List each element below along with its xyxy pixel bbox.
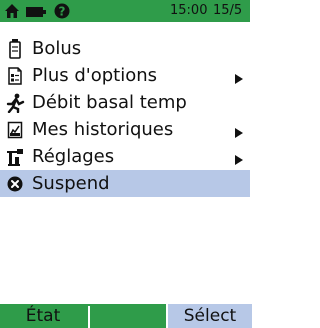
home-icon [4, 3, 20, 19]
main-menu: Bolus Plus d'options Débit basal temp Me… [0, 35, 250, 197]
menu-item-more-options[interactable]: Plus d'options [0, 62, 250, 89]
menu-item-label: Réglages [32, 146, 115, 167]
softkey-bar: État Sélect [0, 304, 252, 328]
softkey-label: État [25, 306, 61, 326]
bolus-icon [4, 38, 26, 60]
select-softkey[interactable]: Sélect [166, 304, 252, 328]
menu-item-label: Plus d'options [32, 65, 158, 86]
settings-icon [4, 146, 26, 168]
chevron-right-icon [234, 69, 244, 84]
menu-item-label: Débit basal temp [32, 92, 187, 113]
menu-item-settings[interactable]: Réglages [0, 143, 250, 170]
menu-item-history[interactable]: Mes historiques [0, 116, 250, 143]
status-date: 15/5 [213, 3, 243, 18]
chevron-right-icon [234, 150, 244, 165]
status-time: 15:00 [170, 3, 208, 18]
menu-item-suspend[interactable]: Suspend [0, 170, 250, 197]
menu-item-label: Suspend [32, 173, 110, 194]
svg-text:?: ? [59, 5, 66, 19]
softkey-divider [88, 306, 90, 328]
menu-item-bolus[interactable]: Bolus [0, 35, 250, 62]
status-bar: ? 15:00 15/5 [0, 0, 250, 22]
status-softkey[interactable]: État [0, 304, 86, 328]
menu-item-label: Bolus [32, 38, 82, 59]
options-icon [4, 65, 26, 87]
pump-screen: ? 15:00 15/5 Bolus Plus d'options Débit … [0, 0, 252, 328]
history-icon [4, 119, 26, 141]
chevron-right-icon [234, 123, 244, 138]
menu-item-temp-basal[interactable]: Débit basal temp [0, 89, 250, 116]
alert-icon: ? [54, 3, 70, 19]
battery-icon [26, 6, 46, 17]
suspend-icon [4, 173, 26, 195]
menu-item-label: Mes historiques [32, 119, 174, 140]
softkey-label: Sélect [183, 306, 237, 326]
temp-basal-icon [4, 92, 26, 114]
